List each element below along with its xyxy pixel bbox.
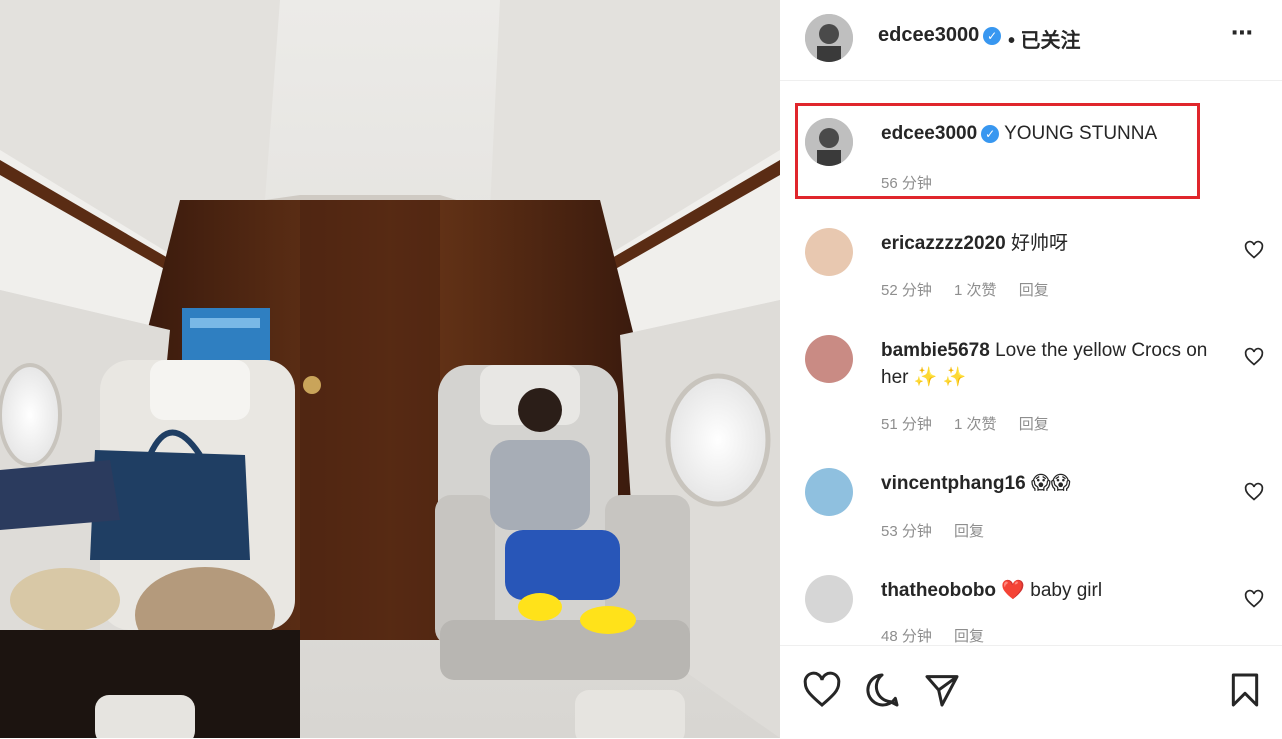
verified-icon: ✓: [981, 125, 1000, 143]
avatar[interactable]: [805, 335, 853, 383]
follow-status[interactable]: • 已关注: [1008, 24, 1081, 53]
comment-username[interactable]: vincentphang16: [881, 473, 1026, 494]
caption-time: 56 分钟: [881, 175, 932, 192]
comment-likes[interactable]: 1 次赞: [954, 282, 997, 299]
reply-button[interactable]: 回复: [1019, 416, 1049, 433]
heart-icon[interactable]: [1244, 589, 1264, 609]
verified-icon: ✓: [983, 27, 1002, 45]
post-photo[interactable]: [0, 0, 780, 738]
comment-time: 51 分钟: [881, 416, 932, 433]
comment-icon[interactable]: [862, 670, 902, 710]
post-panel: edcee3000 ✓ • 已关注 ⋯ edcee3000 ✓ YOUNG STUN…: [780, 0, 1282, 738]
reply-button[interactable]: 回复: [1019, 282, 1049, 299]
reply-button[interactable]: 回复: [954, 628, 984, 645]
bookmark-icon[interactable]: [1225, 670, 1265, 710]
caption-username[interactable]: edcee3000: [881, 123, 977, 144]
avatar[interactable]: [805, 228, 853, 276]
comment-text: ❤️ baby girl: [1001, 580, 1103, 601]
comment-time: 48 分钟: [881, 628, 932, 645]
more-options-icon[interactable]: ⋯: [1231, 20, 1254, 46]
heart-icon[interactable]: [1244, 347, 1264, 367]
heart-icon[interactable]: [1244, 482, 1264, 502]
avatar[interactable]: [805, 575, 853, 623]
avatar[interactable]: [805, 14, 853, 62]
share-icon[interactable]: [922, 670, 962, 710]
comment-text: 😱😱: [1030, 473, 1071, 494]
comment-text: 好帅呀: [1010, 233, 1068, 254]
comment-username[interactable]: ericazzzz2020: [881, 233, 1006, 254]
caption-highlight-box: [795, 103, 1200, 199]
caption-text: YOUNG STUNNA: [1004, 123, 1158, 144]
comment-username[interactable]: bambie5678: [881, 340, 990, 361]
heart-icon[interactable]: [1244, 240, 1264, 260]
action-bar: [780, 645, 1282, 739]
avatar[interactable]: [805, 468, 853, 516]
author-username[interactable]: edcee3000 ✓: [878, 24, 1002, 47]
comment-time: 53 分钟: [881, 523, 932, 540]
post-header: edcee3000 ✓ • 已关注 ⋯: [780, 0, 1282, 81]
comment-likes[interactable]: 1 次赞: [954, 416, 997, 433]
like-heart-icon[interactable]: [802, 670, 842, 710]
comment-time: 52 分钟: [881, 282, 932, 299]
comment-username[interactable]: thatheobobo: [881, 580, 996, 601]
avatar[interactable]: [805, 118, 853, 166]
reply-button[interactable]: 回复: [954, 523, 984, 540]
